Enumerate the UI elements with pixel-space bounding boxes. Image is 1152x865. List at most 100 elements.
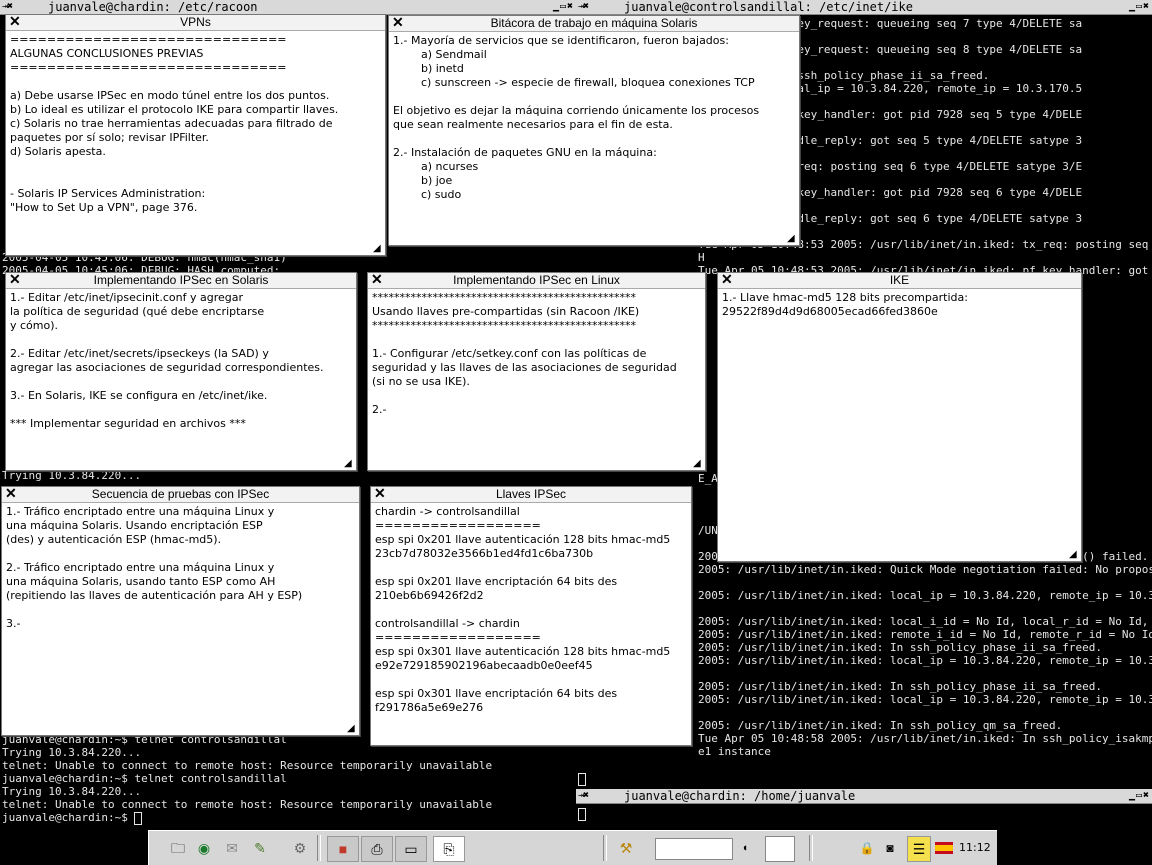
notes-icon[interactable]: ☰	[907, 836, 931, 862]
close-icon[interactable]: ✕	[721, 273, 733, 287]
note-secuencia[interactable]: ✕ Secuencia de pruebas con IPSec 1.- Trá…	[1, 486, 360, 736]
terminal-cursor	[578, 772, 586, 786]
note-body[interactable]: ****************************************…	[368, 289, 705, 419]
tools-icon[interactable]: ⚒	[613, 836, 639, 860]
note-line: chardin -> controlsandillal	[375, 505, 520, 518]
resize-grip-icon[interactable]: ◢	[787, 234, 797, 244]
window-menu-icon[interactable]: ⇥✖	[578, 789, 589, 803]
note-vpns[interactable]: ✕ VPNs ============================== ALG…	[5, 14, 386, 256]
terminal-line: H	[698, 251, 705, 264]
note-body[interactable]: 1.- Tráfico encriptado entre una máquina…	[2, 503, 359, 633]
note-title: Implementando IPSec en Solaris	[93, 273, 269, 287]
terminal-titlebar[interactable]: ⇥✖ juanvale@controlsandillal: /etc/inet/…	[576, 0, 1152, 15]
window-controls[interactable]: ▁▭✖	[553, 0, 574, 14]
command-input[interactable]	[655, 838, 733, 860]
note-header[interactable]: ✕ Bitácora de trabajo en máquina Solaris	[389, 16, 799, 32]
note-header[interactable]: ✕ Implementando IPSec en Linux	[368, 273, 705, 289]
note-line: e92e729185902196abecaadb0e0eef45	[375, 659, 593, 672]
terminal-titlebar[interactable]: ⇥✖ juanvale@chardin: /etc/racoon ▁▭✖	[0, 0, 576, 15]
note-line: ==============================	[10, 33, 287, 46]
window-list-icon[interactable]: ▭	[395, 836, 427, 862]
editor-icon[interactable]: ✎	[249, 836, 271, 860]
note-line	[393, 132, 795, 146]
terminal-title: juanvale@chardin: /etc/racoon	[48, 0, 258, 14]
note-line: una máquina Solaris. Usando encriptación…	[6, 519, 263, 532]
resize-grip-icon[interactable]: ◢	[344, 459, 354, 469]
note-linux[interactable]: ✕ Implementando IPSec en Linux *********…	[367, 272, 706, 471]
window-controls[interactable]: ▁▭✖	[1129, 789, 1150, 803]
note-title: Llaves IPSec	[495, 487, 567, 501]
terminal-cursor	[134, 811, 143, 825]
note-header[interactable]: ✕ Llaves IPSec	[371, 487, 691, 503]
note-line: 29522f89d4d9d68005ecad66fed3860e	[722, 305, 938, 318]
close-icon[interactable]: ✕	[371, 273, 383, 287]
note-header[interactable]: ✕ VPNs	[6, 15, 385, 31]
note-line	[372, 333, 701, 347]
volume-icon[interactable]: ◖	[737, 836, 753, 860]
close-icon[interactable]: ✕	[5, 487, 17, 501]
terminal-line: 2005: /usr/lib/inet/in.iked: In ssh_poli…	[698, 719, 1063, 732]
note-line	[393, 90, 795, 104]
note-title: Implementando IPSec en Linux	[453, 273, 620, 287]
window-menu-icon[interactable]: ⇥✖	[2, 0, 13, 14]
printer-icon[interactable]: ⎙	[361, 836, 393, 862]
note-line: 2.-	[372, 403, 387, 416]
camera-icon[interactable]: ◙	[881, 836, 899, 860]
files-icon[interactable]: 🗀	[167, 836, 189, 860]
note-line	[375, 603, 687, 617]
close-icon[interactable]: ✕	[374, 487, 386, 501]
mail-icon[interactable]: ✉	[221, 836, 243, 860]
resize-grip-icon[interactable]: ◢	[693, 459, 703, 469]
window-menu-icon[interactable]: ⇥✖	[578, 0, 589, 14]
note-body[interactable]: chardin -> controlsandillal =============…	[371, 503, 691, 717]
note-line	[375, 561, 687, 575]
resize-grip-icon[interactable]: ◢	[1069, 550, 1079, 560]
note-line: 1.- Llave hmac-md5 128 bits precompartid…	[722, 291, 968, 304]
window-controls[interactable]: ▁▭✖	[1129, 0, 1150, 14]
note-header[interactable]: ✕ Secuencia de pruebas con IPSec	[2, 487, 359, 503]
pdf-icon[interactable]: ⎘	[433, 836, 465, 862]
note-ike[interactable]: ✕ IKE 1.- Llave hmac-md5 128 bits precom…	[717, 272, 1082, 562]
note-line: 3.-	[6, 617, 21, 630]
resize-grip-icon[interactable]: ◢	[347, 724, 357, 734]
lock-icon[interactable]: 🔒	[859, 836, 875, 860]
note-body[interactable]: ============================== ALGUNAS CO…	[6, 31, 385, 217]
resize-grip-icon[interactable]: ◢	[373, 244, 383, 254]
note-llaves[interactable]: ✕ Llaves IPSec chardin -> controlsandill…	[370, 486, 692, 746]
close-icon[interactable]: ✕	[392, 16, 404, 30]
note-line: El objetivo es dejar la máquina corriend…	[393, 104, 760, 117]
terminal-line: 2005: /usr/lib/inet/in.iked: local_ip = …	[698, 654, 1152, 667]
note-body[interactable]: 1.- Editar /etc/inet/ipsecinit.conf y ag…	[6, 289, 356, 433]
note-line: f291786a5e69e276	[375, 701, 484, 714]
note-line: esp spi 0x301 llave autenticación 128 bi…	[375, 645, 671, 658]
note-line: seguridad y las llaves de las asociacion…	[372, 361, 677, 374]
note-line: 1.- Mayoría de servicios que se identifi…	[393, 34, 729, 47]
note-line	[375, 673, 687, 687]
note-line	[6, 547, 355, 561]
note-line: 2.- Instalación de paquetes GNU en la má…	[393, 146, 657, 159]
app-icon[interactable]: ■	[327, 836, 359, 862]
note-line: ==================	[375, 631, 541, 644]
note-body[interactable]: 1.- Llave hmac-md5 128 bits precompartid…	[718, 289, 1081, 321]
terminal-title: juanvale@controlsandillal: /etc/inet/ike	[624, 0, 913, 14]
note-line: 1.- Tráfico encriptado entre una máquina…	[6, 505, 275, 518]
close-icon[interactable]: ✕	[9, 15, 21, 29]
note-solaris[interactable]: ✕ Implementando IPSec en Solaris 1.- Edi…	[5, 272, 357, 471]
note-bitacora[interactable]: ✕ Bitácora de trabajo en máquina Solaris…	[388, 15, 800, 246]
note-line: b) Lo ideal es utilizar el protocolo IKE…	[10, 103, 339, 116]
note-body[interactable]: 1.- Mayoría de servicios que se identifi…	[389, 32, 799, 204]
settings-icon[interactable]: ⚙	[289, 836, 311, 860]
note-line: agregar las asociaciones de seguridad co…	[10, 361, 324, 374]
close-icon[interactable]: ✕	[9, 273, 21, 287]
note-line: ALGUNAS CONCLUSIONES PREVIAS	[10, 47, 204, 60]
separator	[317, 835, 321, 861]
terminal-home[interactable]: ⇥✖ juanvale@chardin: /home/juanvale ▁▭✖	[576, 789, 1152, 830]
note-line: ****************************************…	[372, 319, 636, 332]
terminal-titlebar[interactable]: ⇥✖ juanvale@chardin: /home/juanvale ▁▭✖	[576, 789, 1152, 804]
clock[interactable]: 11:12	[959, 836, 991, 860]
browser-icon[interactable]: ◉	[193, 836, 215, 860]
terminal-title: juanvale@chardin: /home/juanvale	[624, 789, 856, 803]
note-header[interactable]: ✕ Implementando IPSec en Solaris	[6, 273, 356, 289]
note-line	[10, 75, 381, 89]
note-header[interactable]: ✕ IKE	[718, 273, 1081, 289]
